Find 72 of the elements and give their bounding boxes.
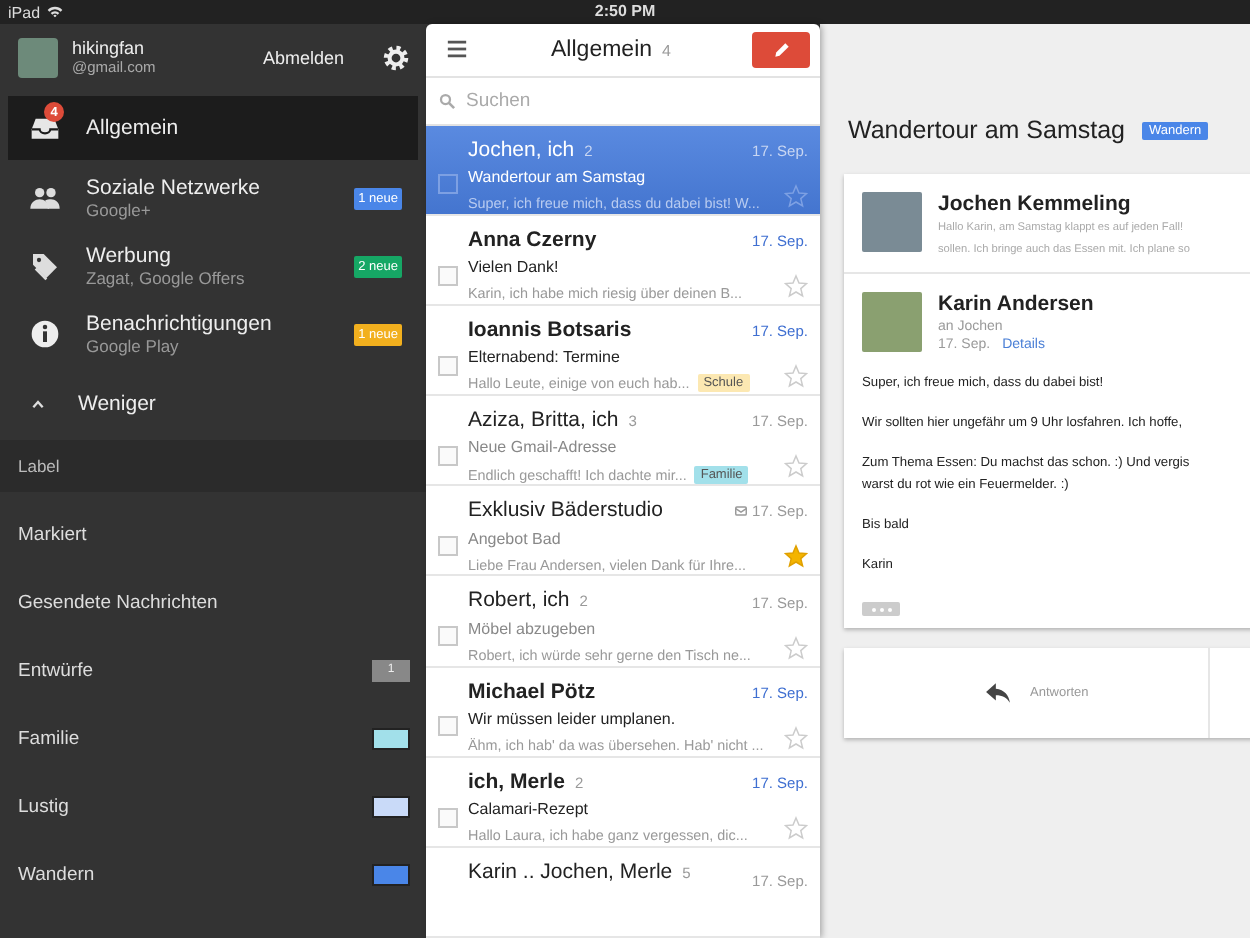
compose-button[interactable]: [752, 31, 810, 68]
show-trimmed-content-button[interactable]: [862, 602, 900, 616]
checkbox[interactable]: [437, 716, 457, 737]
sender-name: Exklusiv Bäderstudio: [468, 498, 663, 523]
reply-icon: [982, 680, 1014, 706]
sender-name: ich, Merle: [468, 769, 565, 794]
label-item[interactable]: Markiert: [0, 500, 426, 568]
sender-name: Jochen, ich: [468, 137, 575, 162]
sender-name: Karin Andersen: [938, 292, 1094, 316]
people-icon: [28, 182, 62, 214]
category-senders: Google Play: [86, 336, 181, 356]
checkbox[interactable]: [437, 626, 457, 647]
label-item[interactable]: Wandern: [0, 840, 426, 908]
sender-name: Jochen Kemmeling: [938, 192, 1133, 216]
avatar-photo-placeholder: [18, 37, 58, 77]
star-icon[interactable]: [784, 815, 808, 840]
labels-section-header: Label: [0, 440, 426, 492]
category-senders: Google+: [86, 200, 153, 220]
star-icon[interactable]: [784, 635, 808, 660]
checkbox[interactable]: [437, 265, 457, 286]
star-icon[interactable]: [784, 183, 808, 208]
search-field[interactable]: Suchen: [466, 89, 766, 112]
conversation-subject: Wandertour am Samstag: [848, 116, 1125, 144]
email-subject: Vielen Dank!: [468, 258, 561, 280]
checkbox[interactable]: [437, 536, 457, 557]
account-name: hikingfan: [72, 38, 147, 58]
mailbox-title: Allgemein: [551, 37, 653, 62]
checkbox[interactable]: [437, 174, 457, 195]
checkbox[interactable]: [437, 445, 457, 466]
email-subject: Angebot Bad: [468, 529, 563, 551]
wifi-icon: [46, 4, 65, 20]
info-icon: [28, 318, 62, 350]
show-less-toggle[interactable]: Weniger: [0, 368, 426, 440]
star-icon[interactable]: [784, 544, 808, 569]
settings-icon[interactable]: [382, 43, 410, 71]
device-name: iPad: [8, 3, 41, 21]
star-icon[interactable]: [784, 725, 808, 750]
avatar-photo-placeholder: [862, 192, 922, 252]
caret-up-icon: [28, 396, 48, 412]
category-label: Allgemein: [86, 116, 181, 140]
search-icon: [438, 91, 456, 110]
label-item[interactable]: Lustig: [0, 772, 426, 840]
star-icon[interactable]: [784, 454, 808, 479]
checkbox[interactable]: [437, 355, 457, 376]
sender-name: Karin .. Jochen, Merle: [468, 859, 673, 884]
avatar-photo-placeholder: [862, 292, 922, 352]
email-subject: Möbel abzugeben: [468, 619, 598, 641]
sender-name: Robert, ich: [468, 588, 570, 613]
email-subject: Wir müssen leider umplanen.: [468, 709, 678, 731]
star-icon[interactable]: [784, 273, 808, 298]
sender-name: Anna Czerny: [468, 227, 597, 252]
sender-name: Michael Pötz: [468, 679, 596, 704]
email-subject: Wandertour am Samstag: [468, 168, 648, 189]
mailbox-count: 4: [662, 41, 671, 60]
category-label: Werbung: [86, 244, 173, 268]
menu-icon[interactable]: [444, 38, 470, 61]
label-item[interactable]: Familie: [0, 704, 426, 772]
label-item[interactable]: Gesendete Nachrichten: [0, 568, 426, 636]
category-senders: Zagat, Google Offers: [86, 268, 247, 288]
star-icon[interactable]: [784, 364, 808, 389]
category-label: Benachrichtigungen: [86, 312, 274, 336]
tag-icon: [28, 250, 62, 282]
email-subject: Elternabend: Termine: [468, 348, 622, 370]
email-subject: Neue Gmail-Adresse: [468, 438, 619, 460]
email-subject: Calamari-Rezept: [468, 800, 591, 821]
sender-name: Aziza, Britta, ich: [468, 408, 619, 433]
category-label: Soziale Netzwerke: [86, 176, 262, 200]
sign-out-link[interactable]: Abmelden: [262, 47, 344, 67]
sender-name: Ioannis Botsaris: [468, 317, 632, 342]
pencil-icon: [771, 39, 791, 60]
clock-time: 2:50 PM: [594, 2, 656, 20]
checkbox[interactable]: [437, 807, 457, 827]
